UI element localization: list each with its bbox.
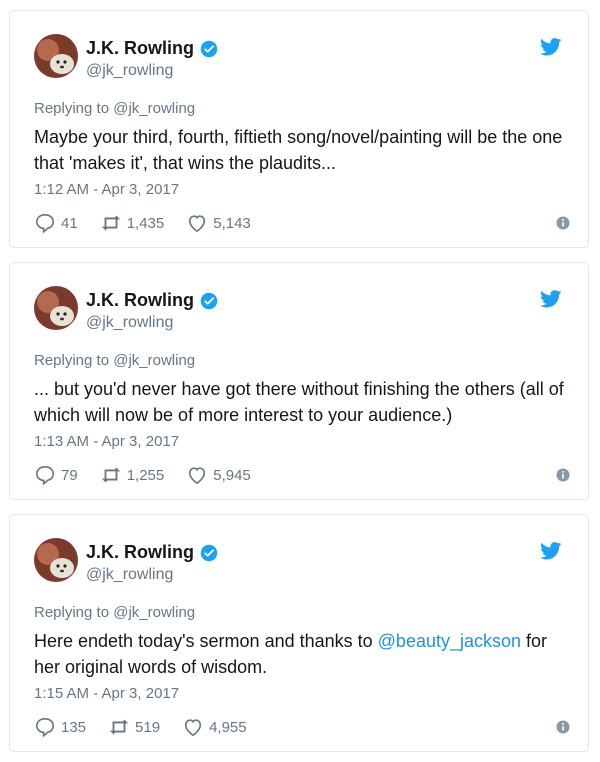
retweet-icon: [101, 467, 120, 483]
twitter-bird-icon[interactable]: [540, 290, 562, 308]
author-name[interactable]: J.K. Rowling: [86, 542, 194, 563]
info-icon[interactable]: [556, 216, 570, 230]
tweet-timestamp[interactable]: 1:13 AM - Apr 3, 2017: [34, 433, 179, 450]
tweet-card: J.K. Rowling @jk_rowling Replying to @jk…: [9, 514, 589, 752]
retweet-count: 519: [135, 718, 161, 736]
like-button[interactable]: 5,945: [186, 465, 251, 485]
tweet-timestamp[interactable]: 1:15 AM - Apr 3, 2017: [34, 685, 179, 702]
info-icon[interactable]: [556, 720, 570, 734]
retweet-button[interactable]: 1,435: [100, 213, 165, 233]
avatar[interactable]: [34, 538, 78, 582]
tweet-card: J.K. Rowling @jk_rowling Replying to @jk…: [9, 10, 589, 248]
twitter-bird-icon[interactable]: [540, 542, 562, 560]
reply-icon: [35, 717, 55, 737]
author-handle[interactable]: @jk_rowling: [86, 566, 173, 584]
verified-badge-icon: [200, 292, 218, 310]
avatar[interactable]: [34, 34, 78, 78]
like-count: 5,143: [213, 214, 251, 232]
replying-to[interactable]: Replying to @jk_rowling: [34, 100, 195, 117]
mention-link[interactable]: @beauty_jackson: [378, 631, 521, 651]
verified-badge-icon: [200, 40, 218, 58]
like-button[interactable]: 5,143: [186, 213, 251, 233]
reply-button[interactable]: 41: [34, 213, 78, 233]
retweet-button[interactable]: 1,255: [100, 465, 165, 485]
like-count: 4,955: [209, 718, 247, 736]
retweet-button[interactable]: 519: [108, 717, 160, 737]
reply-icon: [35, 465, 55, 485]
reply-button[interactable]: 135: [34, 717, 86, 737]
like-count: 5,945: [213, 466, 251, 484]
tweet-text-part: Maybe your third, fourth, fiftieth song/…: [34, 127, 563, 173]
avatar[interactable]: [34, 286, 78, 330]
heart-icon: [189, 467, 206, 485]
tweet-text-part: Here endeth today's sermon and thanks to: [34, 631, 378, 651]
tweet-text: Here endeth today's sermon and thanks to…: [34, 628, 569, 680]
tweet-text-part: ... but you'd never have got there witho…: [34, 379, 564, 425]
reply-button[interactable]: 79: [34, 465, 78, 485]
tweet-text: Maybe your third, fourth, fiftieth song/…: [34, 124, 569, 176]
retweet-icon: [109, 719, 129, 735]
info-icon[interactable]: [556, 468, 570, 482]
author-name[interactable]: J.K. Rowling: [86, 290, 194, 311]
reply-count: 135: [61, 718, 87, 736]
tweet-timestamp[interactable]: 1:12 AM - Apr 3, 2017: [34, 181, 179, 198]
tweet-card: J.K. Rowling @jk_rowling Replying to @jk…: [9, 262, 589, 500]
author-handle[interactable]: @jk_rowling: [86, 62, 173, 80]
reply-count: 79: [61, 466, 78, 484]
verified-badge-icon: [200, 544, 218, 562]
retweet-icon: [101, 215, 120, 231]
author-name[interactable]: J.K. Rowling: [86, 38, 194, 59]
heart-icon: [184, 719, 202, 737]
tweet-text: ... but you'd never have got there witho…: [34, 376, 569, 428]
reply-count: 41: [61, 214, 78, 232]
twitter-bird-icon[interactable]: [540, 38, 562, 56]
retweet-count: 1,435: [126, 214, 165, 232]
author-handle[interactable]: @jk_rowling: [86, 314, 173, 332]
reply-icon: [35, 213, 55, 233]
like-button[interactable]: 4,955: [182, 717, 247, 737]
retweet-count: 1,255: [126, 466, 165, 484]
replying-to[interactable]: Replying to @jk_rowling: [34, 604, 195, 621]
heart-icon: [189, 215, 206, 233]
replying-to[interactable]: Replying to @jk_rowling: [34, 352, 195, 369]
